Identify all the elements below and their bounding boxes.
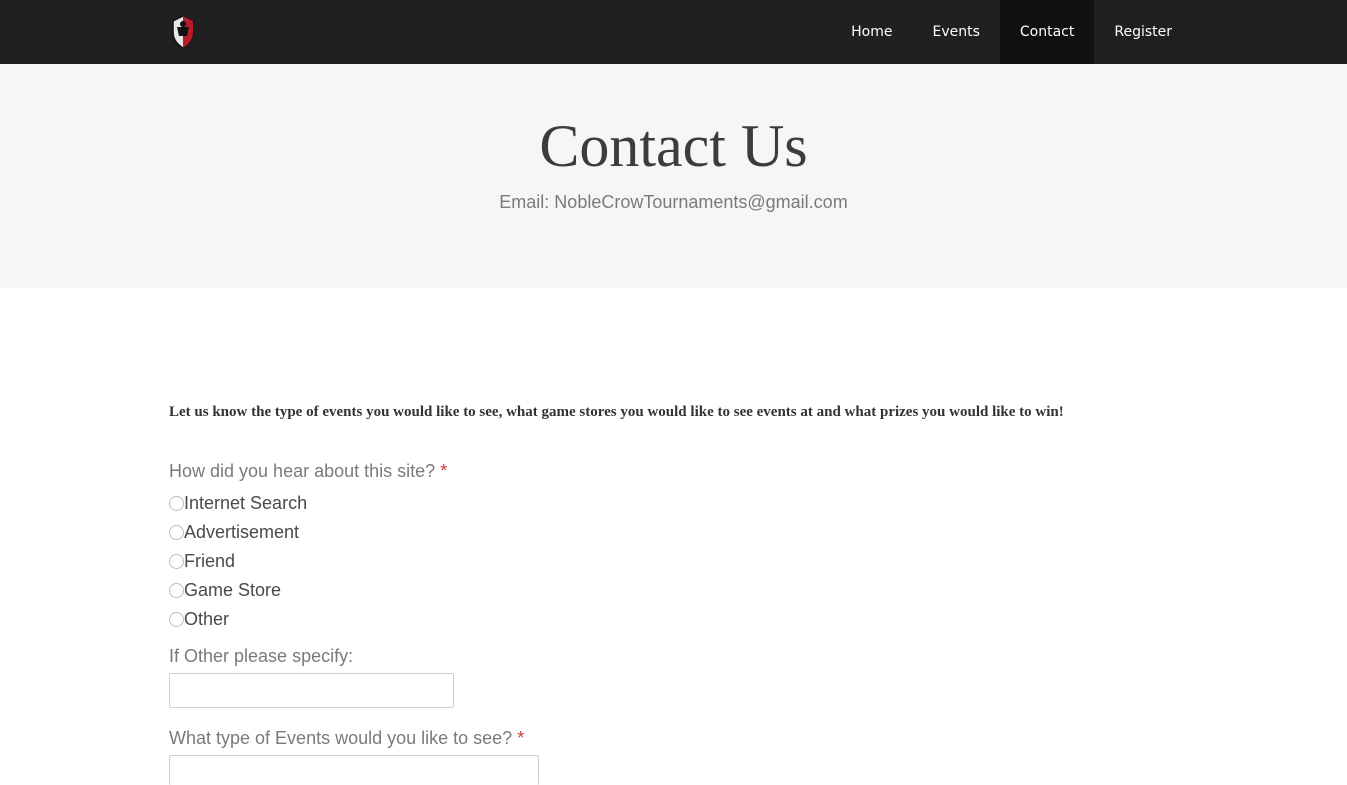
- radio-label: Friend: [184, 551, 236, 571]
- form-intro-text: Let us know the type of events you would…: [169, 404, 1064, 420]
- radio-internet-search[interactable]: Internet Search: [169, 493, 307, 513]
- radio-label: Game Store: [184, 580, 282, 600]
- required-asterisk: *: [517, 728, 525, 748]
- radio-circle[interactable]: [169, 524, 184, 540]
- event-types-input[interactable]: [169, 755, 539, 785]
- radio-circle[interactable]: [169, 582, 184, 598]
- radio-other[interactable]: Other: [169, 609, 229, 629]
- radio-label: Advertisement: [184, 522, 300, 542]
- radio-friend[interactable]: Friend: [169, 551, 235, 571]
- hero-section: Contact Us Email: NobleCrowTournaments@g…: [0, 64, 1347, 288]
- question-other-specify-label: If Other please specify:: [169, 646, 354, 666]
- required-asterisk: *: [440, 461, 448, 481]
- nav-contact[interactable]: Contact: [999, 0, 1095, 64]
- radio-circle[interactable]: [169, 611, 184, 627]
- question-event-types-text: What type of Events would you like to se…: [169, 728, 513, 748]
- top-navbar: Home Events Contact Register: [0, 0, 1347, 64]
- radio-game-store[interactable]: Game Store: [169, 580, 281, 600]
- radio-circle[interactable]: [169, 495, 184, 511]
- question-event-types-label: What type of Events would you like to se…: [169, 728, 524, 749]
- contact-email: Email: NobleCrowTournaments@gmail.com: [499, 192, 848, 212]
- nav-register[interactable]: Register: [1094, 0, 1192, 64]
- radio-label: Other: [184, 609, 230, 629]
- logo-crest-icon[interactable]: [169, 14, 197, 50]
- nav-links: Home Events Contact Register: [831, 0, 1192, 64]
- radio-advertisement[interactable]: Advertisement: [169, 522, 299, 542]
- question-how-heard-text: How did you hear about this site?: [169, 461, 436, 481]
- nav-events[interactable]: Events: [912, 0, 999, 64]
- nav-home[interactable]: Home: [831, 0, 912, 64]
- radio-label: Internet Search: [184, 493, 308, 513]
- other-specify-input[interactable]: [169, 673, 454, 708]
- question-how-heard-label: How did you hear about this site? *: [169, 461, 447, 482]
- radio-circle[interactable]: [169, 553, 184, 569]
- page-title: Contact Us: [539, 113, 808, 179]
